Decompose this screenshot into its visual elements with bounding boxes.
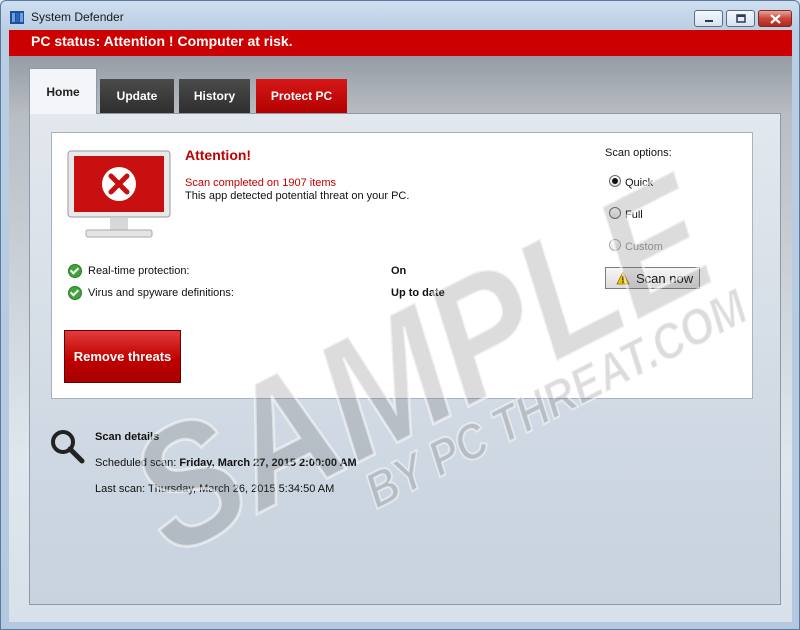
pc-status-bar: PC status: Attention ! Computer at risk. xyxy=(9,30,792,56)
scheduled-scan: Scheduled scan: Friday, March 27, 2015 2… xyxy=(95,457,357,469)
close-button[interactable] xyxy=(758,10,792,27)
minimize-icon xyxy=(704,19,713,22)
shield-app-icon xyxy=(10,11,24,24)
realtime-protection-value: On xyxy=(391,265,407,277)
definitions-value: Up to date xyxy=(391,287,445,299)
title-bar[interactable]: System Defender xyxy=(1,1,799,31)
last-scan-label: Last scan: xyxy=(95,483,146,495)
magnifier-icon xyxy=(51,430,85,464)
quick-radio[interactable] xyxy=(609,175,621,187)
minimize-button[interactable] xyxy=(694,10,723,27)
tab-protect-pc[interactable]: Protect PC xyxy=(256,79,347,113)
pc-status-text: PC status: Attention ! Computer at risk. xyxy=(31,33,293,49)
threat-detected-text: This app detected potential threat on yo… xyxy=(185,190,410,202)
warning-icon xyxy=(616,271,630,285)
check-icon xyxy=(68,286,82,300)
full-radio[interactable] xyxy=(609,207,621,219)
custom-radio[interactable] xyxy=(609,239,621,251)
tab-history[interactable]: History xyxy=(179,79,250,113)
tab-update[interactable]: Update xyxy=(100,79,174,113)
status-panel: Attention! Scan completed on 1907 items … xyxy=(51,132,753,399)
quick-label[interactable]: Quick xyxy=(625,177,653,189)
last-scan: Last scan: Thursday, March 26, 2015 5:34… xyxy=(95,483,334,495)
definitions-label: Virus and spyware definitions: xyxy=(88,287,234,299)
tab-home[interactable]: Home xyxy=(29,68,97,114)
maximize-button[interactable] xyxy=(726,10,755,27)
scan-details-title: Scan details xyxy=(95,431,160,443)
last-scan-value: Thursday, March 26, 2015 5:34:50 AM xyxy=(148,483,335,495)
maximize-icon xyxy=(735,14,746,23)
scan-now-label: Scan now xyxy=(636,270,694,286)
scan-completed-text: Scan completed on 1907 items xyxy=(185,177,337,189)
remove-threats-button[interactable]: Remove threats xyxy=(64,330,181,383)
scan-options-heading: Scan options: xyxy=(605,147,672,159)
scan-now-button[interactable]: Scan now xyxy=(605,267,700,289)
custom-label[interactable]: Custom xyxy=(625,241,663,253)
window-title: System Defender xyxy=(31,10,124,24)
close-icon xyxy=(769,13,781,24)
monitor-alert-icon xyxy=(67,150,171,238)
scheduled-scan-value: Friday, March 27, 2015 2:00:00 AM xyxy=(179,457,357,469)
attention-heading: Attention! xyxy=(185,147,252,163)
client-area: Home Update History Protect PC Attention… xyxy=(9,56,792,622)
check-icon xyxy=(68,264,82,278)
realtime-protection-label: Real-time protection: xyxy=(88,265,190,277)
app-window: System Defender PC status: Attention ! C… xyxy=(0,0,800,630)
scheduled-scan-label: Scheduled scan: xyxy=(95,457,177,469)
full-label[interactable]: Full xyxy=(625,209,643,221)
